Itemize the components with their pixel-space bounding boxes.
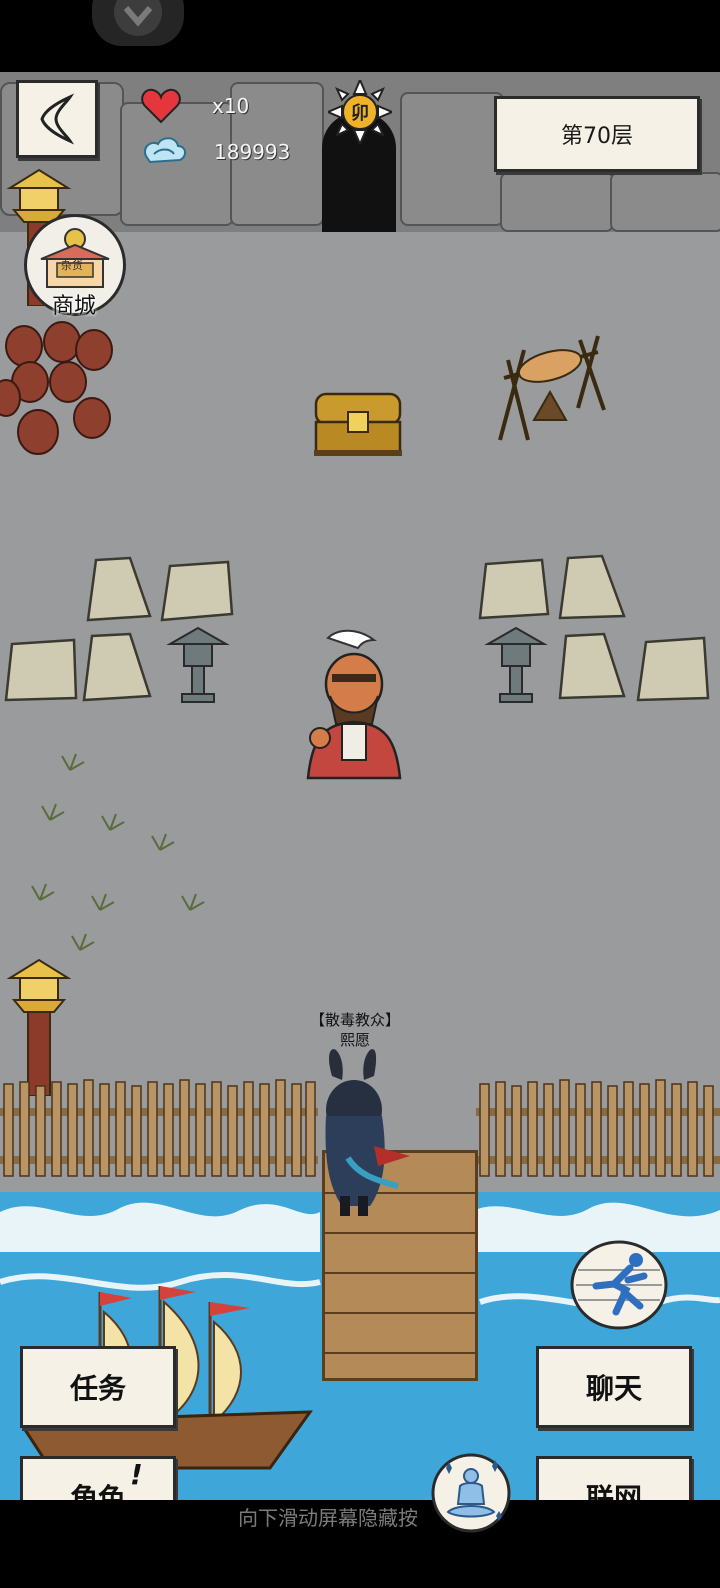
rock-group-left — [0, 550, 240, 710]
cloud-coin-icon — [140, 134, 190, 170]
player-character[interactable] — [318, 1046, 414, 1222]
boss-npc[interactable] — [298, 628, 410, 784]
zodiac-badge-text: 卯 — [351, 103, 369, 124]
grass-patch — [10, 730, 210, 990]
player-nameplate: 【散毒教众】 熙愿 — [300, 1010, 410, 1050]
player-title: 【散毒教众】 — [309, 1011, 400, 1029]
lives-count: x10 — [212, 94, 250, 118]
heart-icon — [140, 86, 182, 126]
shop-label[interactable]: 商城 — [34, 288, 114, 320]
fence-right — [476, 1078, 720, 1177]
rock-group-right — [476, 550, 720, 710]
roasting-spit — [494, 330, 610, 450]
back-button[interactable] — [16, 80, 98, 158]
task-button[interactable]: 任务 — [20, 1346, 176, 1428]
chat-button-label: 聊天 — [585, 1372, 642, 1405]
treasure-chest[interactable] — [312, 388, 404, 458]
sprint-icon — [570, 1240, 668, 1330]
floor-level-label: 第70层 — [494, 96, 700, 172]
currency-amount: 189993 — [214, 140, 291, 164]
character-alert-badge: ! — [130, 1458, 143, 1491]
floating-nav-button[interactable] — [92, 0, 184, 46]
back-arrow-icon — [40, 93, 75, 145]
fence-left — [0, 1078, 318, 1177]
meditate-button[interactable] — [430, 1452, 512, 1534]
shop-sign-text: 杂货 — [61, 259, 83, 272]
wine-jars — [0, 320, 120, 470]
chat-button[interactable]: 聊天 — [536, 1346, 692, 1428]
lantern-post-lower — [4, 956, 74, 1097]
task-button-label: 任务 — [69, 1372, 126, 1405]
meditate-icon — [431, 1453, 511, 1533]
sprint-button[interactable] — [570, 1240, 668, 1330]
chevron-down-icon — [114, 0, 162, 36]
